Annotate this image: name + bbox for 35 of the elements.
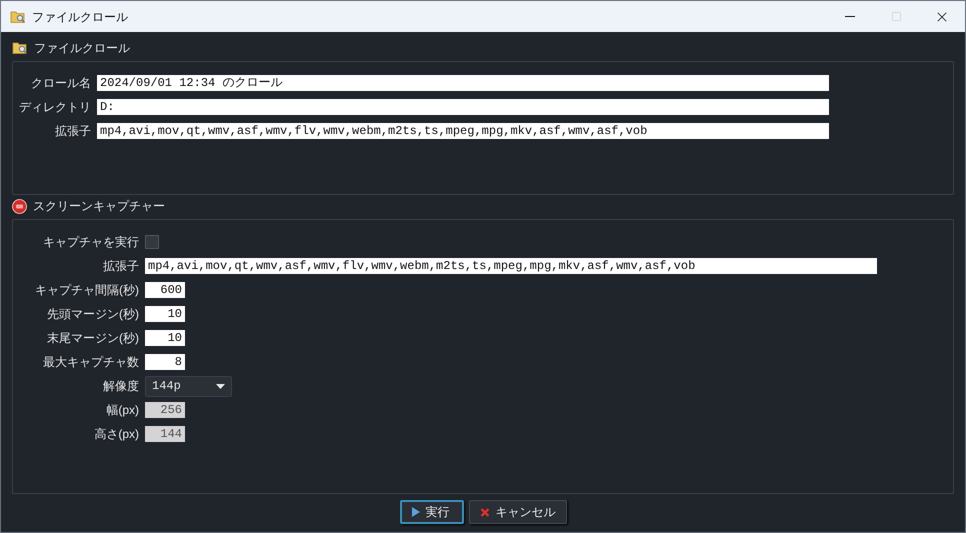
folder-search-icon [10, 10, 26, 24]
section-title: ファイルクロール [34, 40, 130, 56]
number-field[interactable]: 10 [145, 306, 185, 322]
window-title: ファイルクロール [32, 8, 128, 26]
cancel-button[interactable]: キャンセル [468, 500, 566, 524]
minimize-icon [845, 16, 855, 17]
number-field[interactable]: 8 [145, 354, 185, 370]
record-icon [12, 198, 27, 214]
checkbox[interactable] [145, 235, 159, 249]
resolution-dropdown[interactable]: 144p [145, 376, 232, 396]
field-label: 幅(px) [105, 402, 139, 419]
field-label: クロール名 [30, 75, 91, 92]
field-label: 拡張子 [102, 258, 139, 275]
field-label: 解像度 [102, 378, 139, 395]
maximize-icon [890, 11, 902, 22]
field-label: 拡張子 [54, 123, 91, 140]
field-label: ディレクトリ [18, 99, 91, 116]
field-label: 高さ(px) [93, 426, 139, 443]
dropdown-arrow-icon [216, 384, 225, 388]
number-field[interactable]: 10 [145, 330, 185, 346]
field-label: キャプチャを実行 [42, 234, 139, 251]
field-label: キャプチャ間隔(秒) [34, 282, 139, 299]
number-field[interactable]: 600 [145, 282, 185, 298]
text-field[interactable]: 2024/09/01 12:34 のクロール [97, 75, 829, 91]
field-label: 最大キャプチャ数 [42, 354, 139, 371]
text-field[interactable]: D: [97, 99, 829, 115]
field-label: 先頭マージン(秒) [46, 306, 139, 323]
cross-icon [480, 506, 490, 518]
text-field[interactable]: mp4,avi,mov,qt,wmv,asf,wmv,flv,wmv,webm,m2ts,ts,mpeg,mpg,mkv,asf,wmv,asf,vob [145, 258, 877, 274]
text-field[interactable]: mp4,avi,mov,qt,wmv,asf,wmv,flv,wmv,webm,m2ts,ts,mpeg,mpg,mkv,asf,wmv,asf,vob [97, 123, 829, 139]
play-icon [412, 507, 420, 517]
run-button[interactable]: 実行 [400, 500, 464, 524]
section-title: スクリーンキャプチャー [33, 198, 165, 215]
field-label: 末尾マージン(秒) [46, 330, 139, 347]
folder-search-icon [12, 40, 28, 54]
